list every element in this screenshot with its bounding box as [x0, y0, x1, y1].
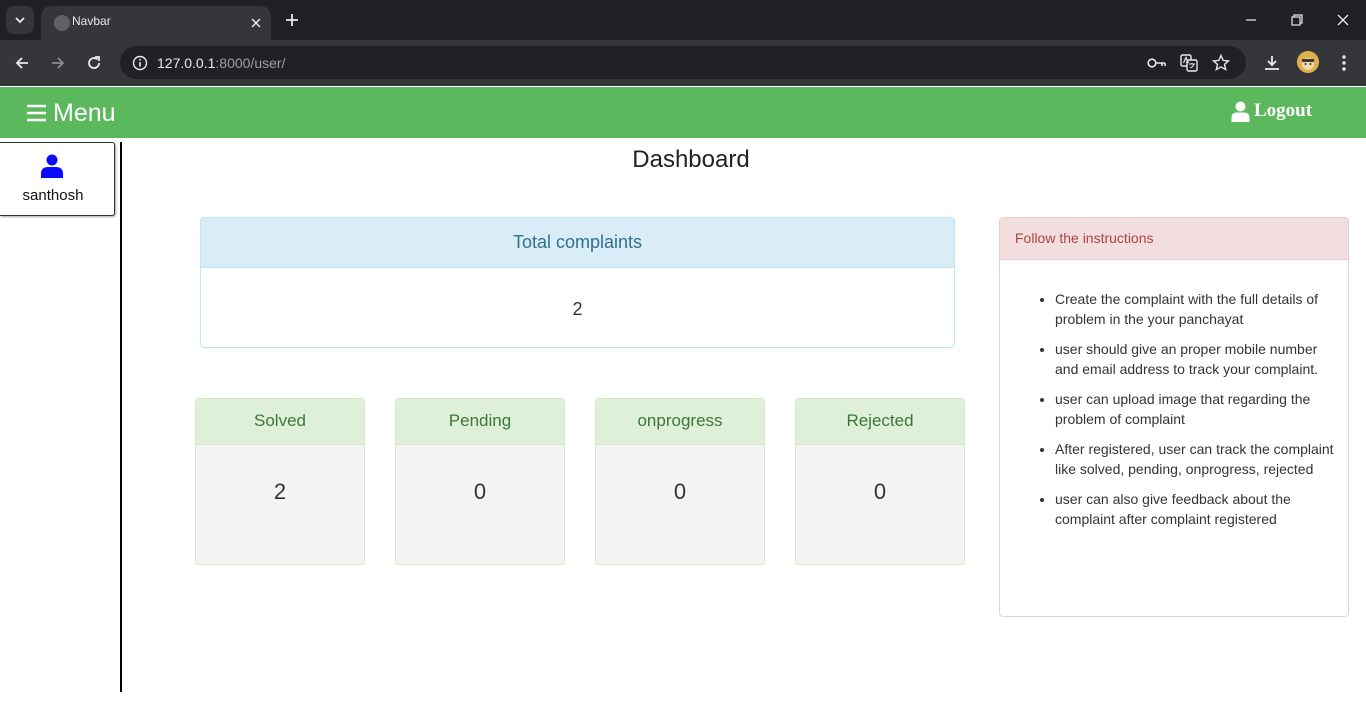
more-vert-icon	[1342, 55, 1346, 71]
logout-button[interactable]: Logout	[1231, 100, 1312, 122]
arrow-left-icon	[15, 57, 28, 69]
url-path: :8000/user/	[215, 55, 286, 71]
hamburger-icon	[26, 103, 47, 123]
forward-button[interactable]	[44, 49, 72, 77]
instruction-item: Create the complaint with the full detai…	[1055, 289, 1334, 329]
user-icon	[1231, 101, 1250, 122]
star-icon	[1212, 54, 1230, 72]
downloads-button[interactable]	[1259, 50, 1285, 76]
translate-button[interactable]	[1178, 52, 1200, 74]
stat-value: 0	[873, 479, 887, 504]
avatar-icon	[1297, 51, 1319, 73]
password-key-button[interactable]	[1146, 52, 1168, 74]
tab-title: Navbar	[72, 14, 111, 28]
instructions-panel: Follow the instructions Create the compl…	[999, 217, 1349, 617]
profile-avatar[interactable]	[1297, 51, 1319, 73]
minimize-icon	[1246, 19, 1256, 21]
instruction-item: user can upload image that regarding the…	[1055, 389, 1334, 429]
total-complaints-label: Total complaints	[201, 218, 954, 268]
translate-icon	[1180, 54, 1198, 72]
new-tab-button[interactable]	[282, 10, 302, 30]
restore-button[interactable]	[1274, 0, 1320, 40]
browser-menu-button[interactable]	[1331, 50, 1357, 76]
browser-tab[interactable]: Navbar	[41, 6, 271, 40]
reload-button[interactable]	[80, 49, 108, 77]
instruction-item: user should give an proper mobile number…	[1055, 339, 1334, 379]
back-button[interactable]	[8, 49, 36, 77]
minimize-button[interactable]	[1228, 0, 1274, 40]
stat-value: 0	[473, 479, 487, 504]
bookmark-button[interactable]	[1210, 52, 1232, 74]
stat-label: Pending	[396, 399, 564, 445]
instructions-list: Create the complaint with the full detai…	[1024, 289, 1334, 539]
plus-icon	[286, 14, 298, 26]
stat-value: 2	[273, 479, 287, 504]
user-icon	[41, 154, 63, 178]
stat-label: Solved	[196, 399, 364, 445]
menu-button[interactable]: Menu	[26, 99, 116, 127]
site-info-button[interactable]	[128, 51, 152, 75]
reload-icon	[88, 56, 100, 69]
close-icon	[1337, 14, 1349, 26]
username: santhosh	[22, 187, 84, 204]
chevron-down-icon	[15, 17, 25, 24]
download-icon	[1265, 56, 1279, 70]
instruction-item: After registered, user can track the com…	[1055, 439, 1334, 479]
url-text[interactable]: 127.0.0.1:8000/user/	[157, 55, 285, 71]
stat-label: Rejected	[796, 399, 964, 445]
stat-card-pending: Pending 0	[395, 398, 565, 565]
tab-close-button[interactable]	[246, 13, 266, 33]
restore-icon	[1291, 14, 1303, 26]
total-complaints-value: 2	[572, 299, 583, 319]
page-title: Dashboard	[632, 146, 750, 173]
arrow-right-icon	[52, 57, 65, 69]
logout-label: Logout	[1254, 100, 1313, 121]
stat-card-rejected: Rejected 0	[795, 398, 965, 565]
address-bar[interactable]: 127.0.0.1:8000/user/	[120, 46, 1246, 79]
stat-value: 0	[673, 479, 687, 504]
stat-card-solved: Solved 2	[195, 398, 365, 565]
stat-label: onprogress	[596, 399, 764, 445]
key-icon	[1147, 58, 1166, 68]
instructions-title: Follow the instructions	[1000, 218, 1348, 260]
app-navbar: Menu Logout	[0, 87, 1366, 138]
url-host: 127.0.0.1	[157, 55, 216, 71]
user-profile-card[interactable]: santhosh	[0, 142, 115, 216]
instruction-item: user can also give feedback about the co…	[1055, 489, 1334, 529]
stat-card-onprogress: onprogress 0	[595, 398, 765, 565]
tab-search-button[interactable]	[6, 6, 34, 34]
browser-toolbar: 127.0.0.1:8000/user/	[0, 40, 1366, 86]
globe-icon	[54, 15, 70, 31]
close-window-button[interactable]	[1320, 0, 1366, 40]
close-icon	[251, 18, 261, 28]
sidebar-divider	[120, 142, 122, 692]
total-complaints-panel: Total complaints 2	[200, 217, 955, 348]
menu-label: Menu	[53, 98, 116, 127]
info-icon	[132, 55, 148, 71]
browser-tab-bar: Navbar	[0, 0, 1366, 40]
